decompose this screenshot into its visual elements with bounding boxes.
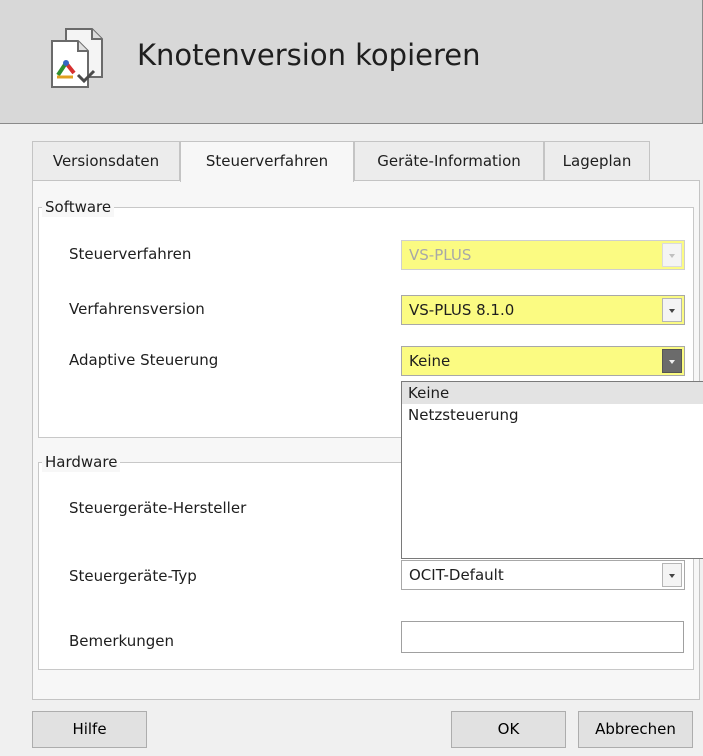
steuerverfahren-label: Steuerverfahren bbox=[69, 245, 192, 263]
steuergeraete-typ-value: OCIT-Default bbox=[409, 566, 504, 584]
bemerkungen-input[interactable] bbox=[401, 621, 684, 653]
dialog-window: Knotenversion kopieren Versionsdaten Ste… bbox=[0, 0, 703, 756]
steuerverfahren-combo: VS-PLUS bbox=[401, 240, 685, 270]
chevron-down-icon bbox=[669, 360, 675, 364]
hardware-group-legend: Hardware bbox=[42, 452, 121, 472]
cancel-button[interactable]: Abbrechen bbox=[578, 711, 693, 748]
steuerverfahren-value: VS-PLUS bbox=[409, 246, 472, 264]
hersteller-label: Steuergeräte-Hersteller bbox=[69, 499, 247, 517]
adaptive-steuerung-value: Keine bbox=[409, 352, 451, 370]
dropdown-option-keine[interactable]: Keine bbox=[402, 382, 703, 404]
verfahrensversion-combo[interactable]: VS-PLUS 8.1.0 bbox=[401, 295, 685, 325]
tab-lageplan[interactable]: Lageplan bbox=[544, 141, 650, 181]
verfahrensversion-dropdown-button[interactable] bbox=[662, 298, 682, 322]
help-button[interactable]: Hilfe bbox=[32, 711, 147, 748]
adaptive-steuerung-dropdown-button[interactable] bbox=[662, 349, 682, 373]
chevron-down-icon bbox=[669, 254, 675, 258]
bemerkungen-label: Bemerkungen bbox=[69, 632, 175, 650]
steuergeraete-typ-combo[interactable]: OCIT-Default bbox=[401, 560, 685, 590]
ok-button[interactable]: OK bbox=[451, 711, 566, 748]
verfahrensversion-label: Verfahrensversion bbox=[69, 300, 205, 318]
verfahrensversion-value: VS-PLUS 8.1.0 bbox=[409, 301, 515, 319]
software-group-legend: Software bbox=[42, 197, 115, 217]
tab-versionsdaten[interactable]: Versionsdaten bbox=[32, 141, 180, 181]
dialog-title: Knotenversion kopieren bbox=[137, 38, 481, 72]
tab-steuerverfahren[interactable]: Steuerverfahren bbox=[180, 141, 354, 182]
adaptive-steuerung-dropdown-list: Keine Netzsteuerung bbox=[401, 381, 703, 559]
chevron-down-icon bbox=[669, 309, 675, 313]
dialog-header: Knotenversion kopieren bbox=[0, 0, 703, 124]
tab-geraete-information[interactable]: Geräte-Information bbox=[354, 141, 544, 181]
chevron-down-icon bbox=[669, 574, 675, 578]
dropdown-option-netzsteuerung[interactable]: Netzsteuerung bbox=[402, 404, 703, 426]
steuergeraete-typ-dropdown-button[interactable] bbox=[662, 563, 682, 587]
steuerverfahren-dropdown-button bbox=[662, 243, 682, 267]
steuergeraete-typ-label: Steuergeräte-Typ bbox=[69, 567, 197, 585]
adaptive-steuerung-label: Adaptive Steuerung bbox=[69, 351, 219, 369]
adaptive-steuerung-combo[interactable]: Keine bbox=[401, 346, 685, 376]
copy-node-version-icon bbox=[40, 25, 110, 95]
